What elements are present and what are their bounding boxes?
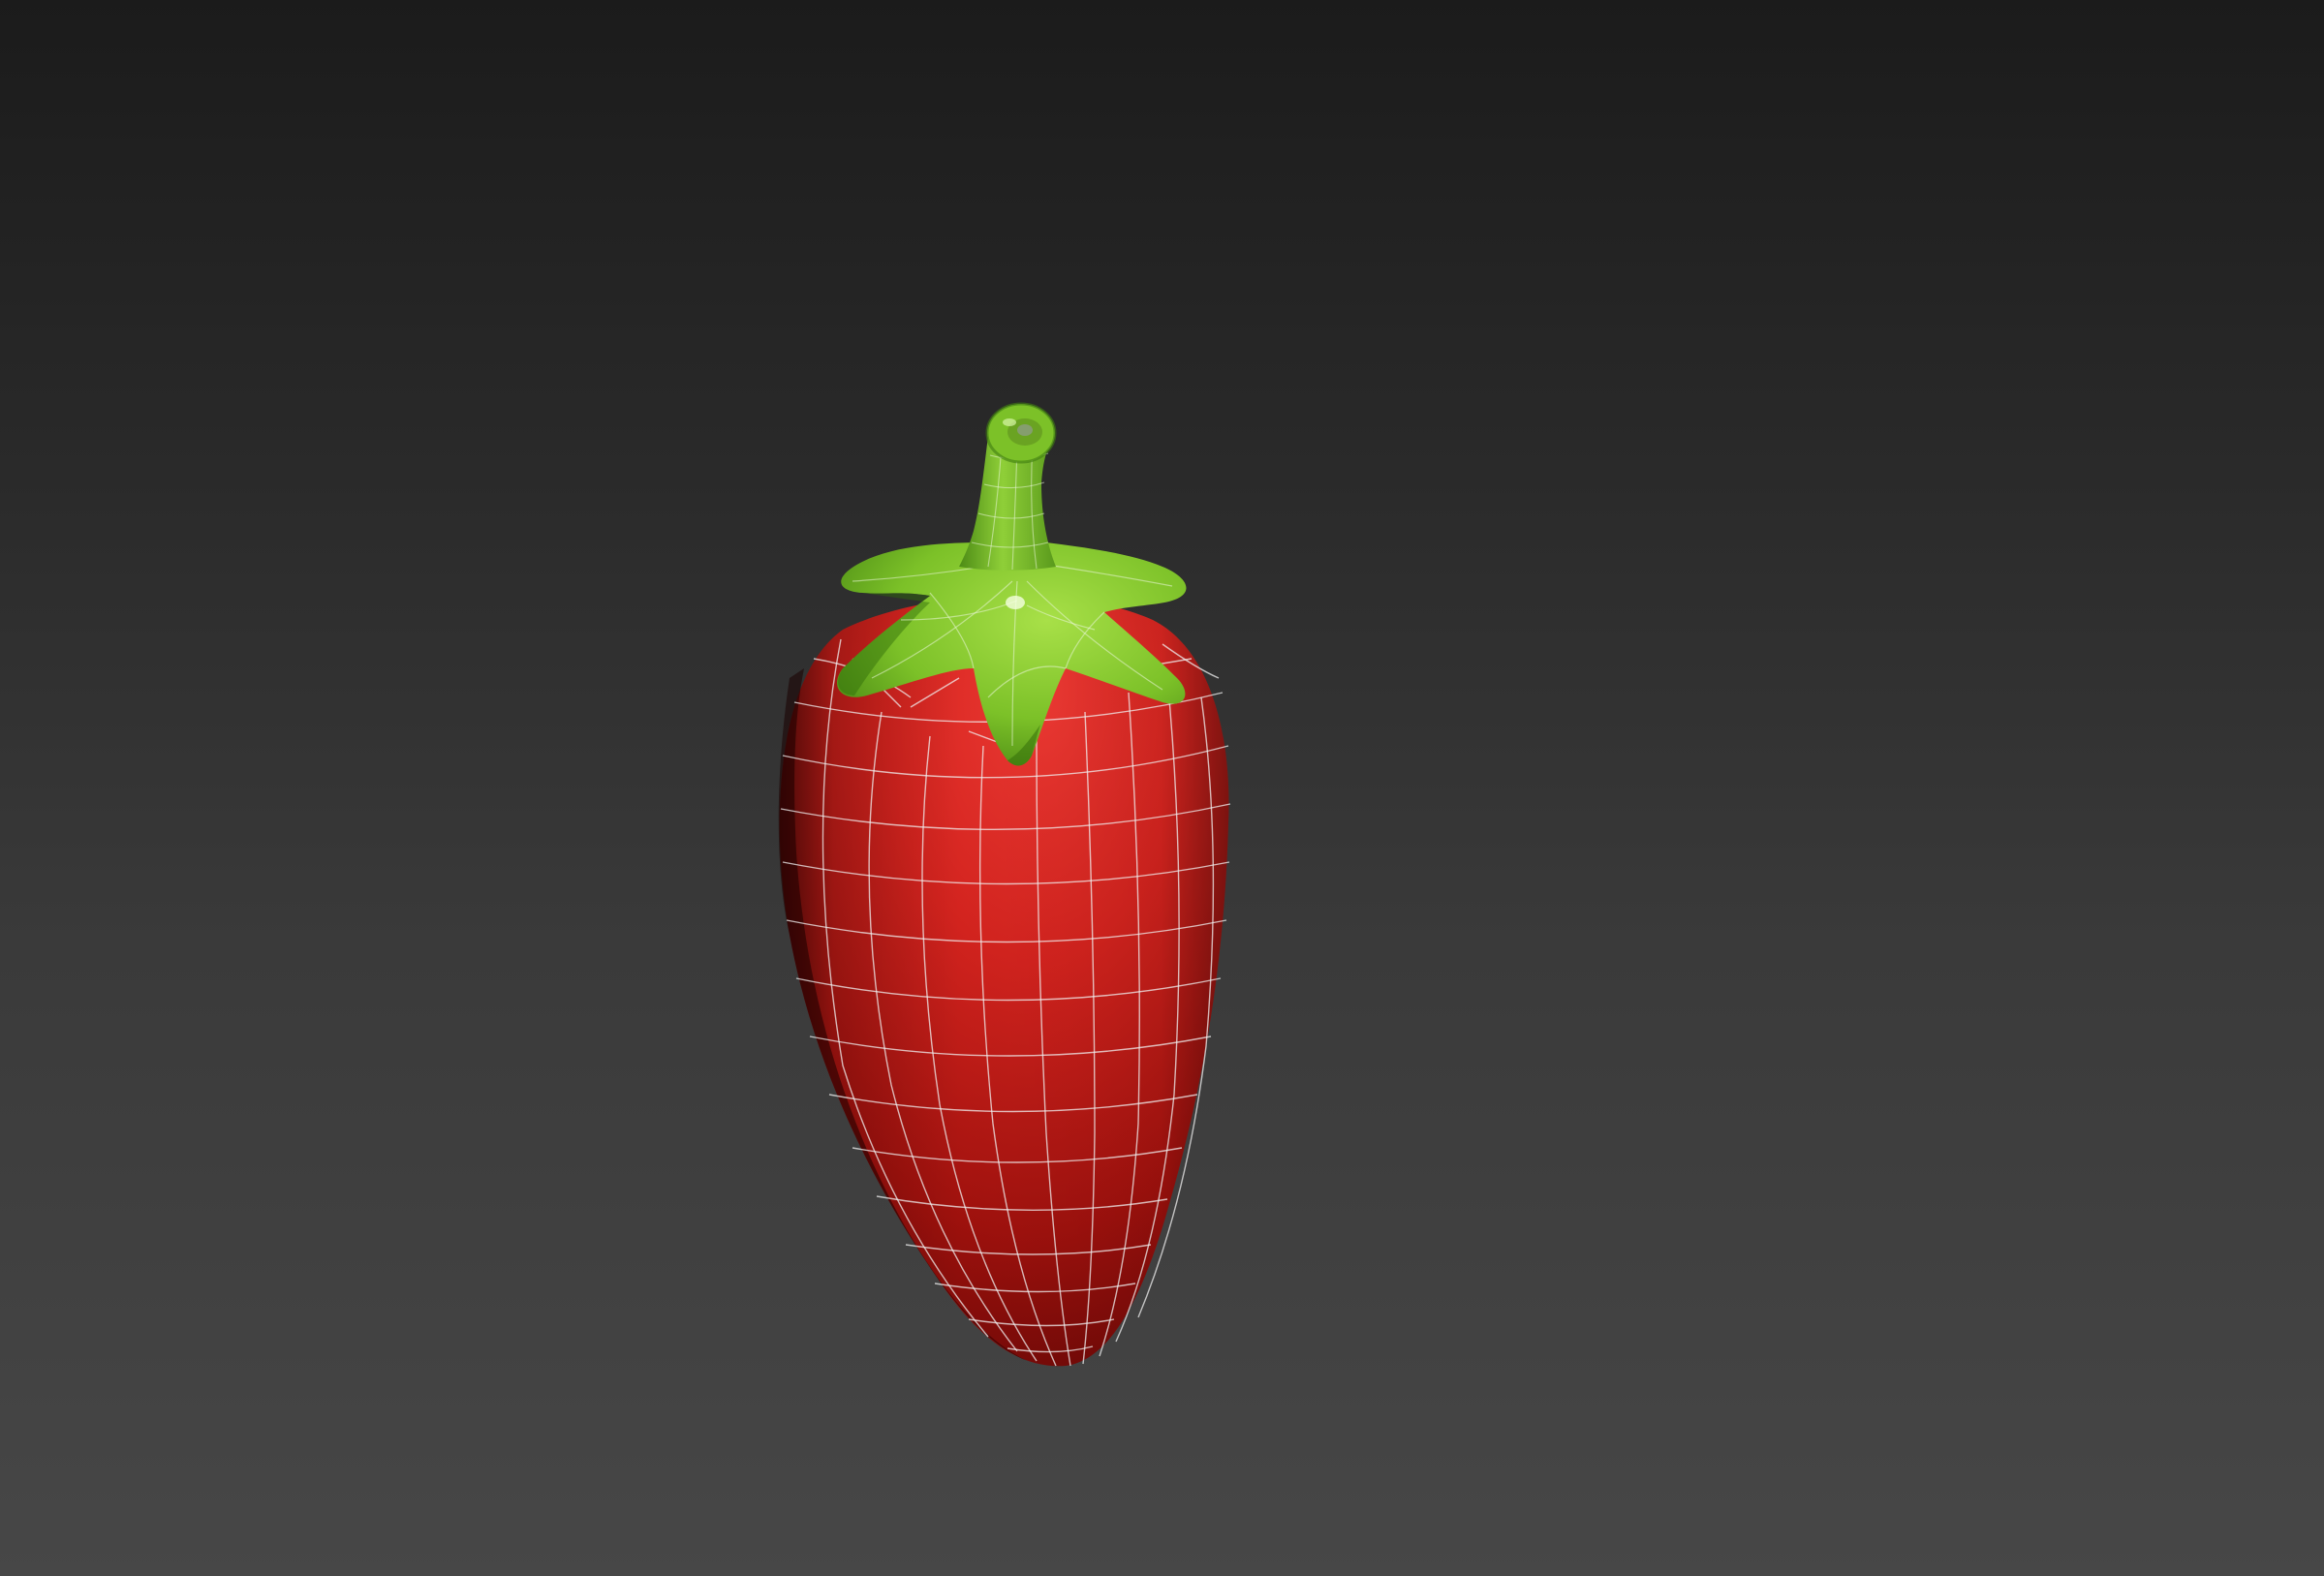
viewport-scene[interactable]	[0, 0, 2324, 1576]
pepper-stem[interactable]	[959, 402, 1057, 571]
3d-viewport[interactable]	[0, 0, 2324, 1576]
